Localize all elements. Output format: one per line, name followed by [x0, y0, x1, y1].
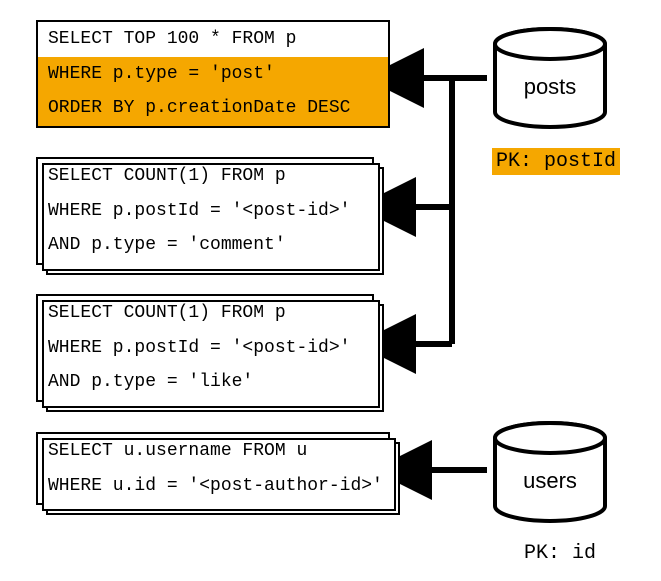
query-line: SELECT COUNT(1) FROM p [38, 296, 372, 331]
database-users: users [490, 420, 610, 524]
query-line: AND p.type = 'comment' [38, 228, 372, 263]
query-line-highlight: WHERE p.type = 'post' [38, 57, 388, 92]
query-line: SELECT COUNT(1) FROM p [38, 159, 372, 194]
pk-label-posts: PK: postId [492, 148, 620, 175]
query-line-highlight: ORDER BY p.creationDate DESC [38, 91, 388, 126]
query-line: SELECT TOP 100 * FROM p [38, 22, 388, 57]
database-label: users [523, 468, 577, 493]
database-posts: posts [490, 26, 610, 130]
query-box-3: SELECT COUNT(1) FROM p WHERE p.postId = … [36, 294, 374, 402]
database-cylinder-icon: posts [490, 26, 610, 130]
query-line: SELECT u.username FROM u [38, 434, 388, 469]
query-box-2: SELECT COUNT(1) FROM p WHERE p.postId = … [36, 157, 374, 265]
query-line: WHERE p.postId = '<post-id>' [38, 194, 372, 229]
query-line: AND p.type = 'like' [38, 365, 372, 400]
diagram-canvas: SELECT TOP 100 * FROM p WHERE p.type = '… [0, 0, 661, 581]
query-line: WHERE u.id = '<post-author-id>' [38, 469, 388, 504]
database-label: posts [524, 74, 577, 99]
pk-label-users: PK: id [520, 540, 600, 567]
query-line: WHERE p.postId = '<post-id>' [38, 331, 372, 366]
database-cylinder-icon: users [490, 420, 610, 524]
query-box-1: SELECT TOP 100 * FROM p WHERE p.type = '… [36, 20, 390, 128]
query-box-4: SELECT u.username FROM u WHERE u.id = '<… [36, 432, 390, 505]
